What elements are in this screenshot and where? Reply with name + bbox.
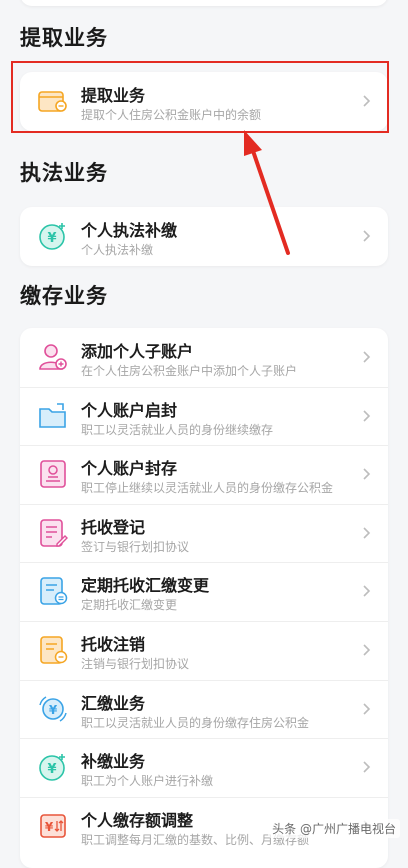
item-subtitle: 职工为个人账户进行补缴 bbox=[81, 774, 214, 789]
item-subtitle: 提取个人住房公积金账户中的余额 bbox=[81, 108, 262, 122]
list-item-add-subaccount[interactable]: 添加个人子账户 在个人住房公积金账户中添加个人子账户 bbox=[20, 328, 388, 387]
chevron-right-icon bbox=[363, 761, 371, 773]
item-subtitle: 职工停止继续以灵活就业人员的身份缴存公积金 bbox=[81, 481, 334, 496]
chevron-right-icon bbox=[363, 702, 371, 715]
chevron-right-icon bbox=[363, 585, 371, 597]
watermark: 头条 @广州广播电视台 bbox=[268, 819, 400, 838]
section-title-withdraw: 提取业务 bbox=[20, 26, 108, 50]
card-withdraw-icon bbox=[38, 91, 67, 112]
withdraw-card: 提取业务 提取个人住房公积金账户中的余额 bbox=[20, 72, 388, 131]
list-item-account-seal[interactable]: 个人账户封存 职工停止继续以灵活就业人员的身份缴存公积金 bbox=[20, 445, 388, 504]
item-title: 托收注销 bbox=[81, 634, 146, 654]
document-edit-icon bbox=[40, 518, 68, 547]
item-subtitle: 个人执法补缴 bbox=[81, 243, 154, 257]
yen-adjust-icon: ¥ bbox=[40, 813, 66, 838]
svg-text:¥: ¥ bbox=[47, 231, 56, 246]
chevron-right-icon bbox=[363, 468, 371, 480]
list-item-collection-register[interactable]: 托收登记 签订与银行划扣协议 bbox=[20, 503, 388, 563]
section-title-deposit: 缴存业务 bbox=[20, 284, 108, 308]
item-title: 个人账户封存 bbox=[81, 459, 178, 479]
chevron-right-icon bbox=[363, 410, 371, 422]
chevron-right-icon bbox=[363, 644, 371, 656]
item-title: 定期托收汇缴变更 bbox=[81, 576, 210, 596]
document-cancel-icon bbox=[40, 636, 68, 664]
item-subtitle: 注销与银行划扣协议 bbox=[81, 656, 190, 671]
item-subtitle: 职工以灵活就业人员的身份继续缴存 bbox=[81, 422, 274, 437]
list-item-remittance[interactable]: ¥ 汇缴业务 职工以灵活就业人员的身份缴存住房公积金 bbox=[20, 679, 388, 739]
item-title: 汇缴业务 bbox=[81, 693, 146, 713]
chevron-right-icon bbox=[363, 95, 371, 107]
list-item-withdraw[interactable]: 提取业务 提取个人住房公积金账户中的余额 bbox=[20, 72, 388, 131]
item-subtitle: 定期托收汇缴变更 bbox=[81, 598, 178, 613]
item-title: 提取业务 bbox=[81, 86, 146, 105]
add-user-icon bbox=[39, 344, 67, 370]
item-subtitle: 职工以灵活就业人员的身份缴存住房公积金 bbox=[81, 715, 310, 730]
item-title: 添加个人子账户 bbox=[81, 342, 194, 361]
item-title: 个人账户启封 bbox=[81, 400, 178, 420]
enforcement-card: ¥ 个人执法补缴 个人执法补缴 bbox=[20, 207, 388, 266]
chevron-right-icon bbox=[363, 351, 371, 363]
list-item-collection-cancel[interactable]: 托收注销 注销与银行划扣协议 bbox=[20, 620, 388, 680]
item-subtitle: 在个人住房公积金账户中添加个人子账户 bbox=[81, 364, 298, 378]
deposit-card: 添加个人子账户 在个人住房公积金账户中添加个人子账户 个人账户启封 职工以灵活就… bbox=[20, 328, 388, 868]
list-item-enforcement-payment[interactable]: ¥ 个人执法补缴 个人执法补缴 bbox=[20, 207, 388, 266]
item-subtitle: 签订与银行划扣协议 bbox=[81, 539, 190, 554]
yen-plus-icon: ¥ bbox=[39, 754, 65, 781]
item-title: 补缴业务 bbox=[81, 752, 146, 772]
yen-plus-icon: ¥ bbox=[39, 223, 65, 250]
section-title-enforcement: 执法业务 bbox=[20, 161, 108, 185]
chevron-right-icon bbox=[363, 230, 371, 242]
list-item-account-unseal[interactable]: 个人账户启封 职工以灵活就业人员的身份继续缴存 bbox=[20, 386, 388, 446]
person-seal-icon bbox=[40, 460, 66, 488]
document-change-icon bbox=[40, 577, 68, 606]
svg-text:¥: ¥ bbox=[49, 703, 58, 717]
item-title: 个人缴存额调整 bbox=[81, 810, 194, 830]
list-item-collection-change[interactable]: 定期托收汇缴变更 定期托收汇缴变更 bbox=[20, 562, 388, 621]
folder-open-icon bbox=[39, 402, 66, 428]
item-title: 托收登记 bbox=[81, 517, 146, 537]
list-item-back-payment[interactable]: ¥ 补缴业务 职工为个人账户进行补缴 bbox=[20, 738, 388, 797]
svg-text:¥: ¥ bbox=[45, 820, 54, 834]
previous-card-edge bbox=[20, 0, 388, 6]
item-title: 个人执法补缴 bbox=[81, 221, 178, 240]
chevron-right-icon bbox=[363, 527, 371, 539]
yen-cycle-icon: ¥ bbox=[39, 695, 67, 722]
svg-text:¥: ¥ bbox=[47, 762, 56, 777]
